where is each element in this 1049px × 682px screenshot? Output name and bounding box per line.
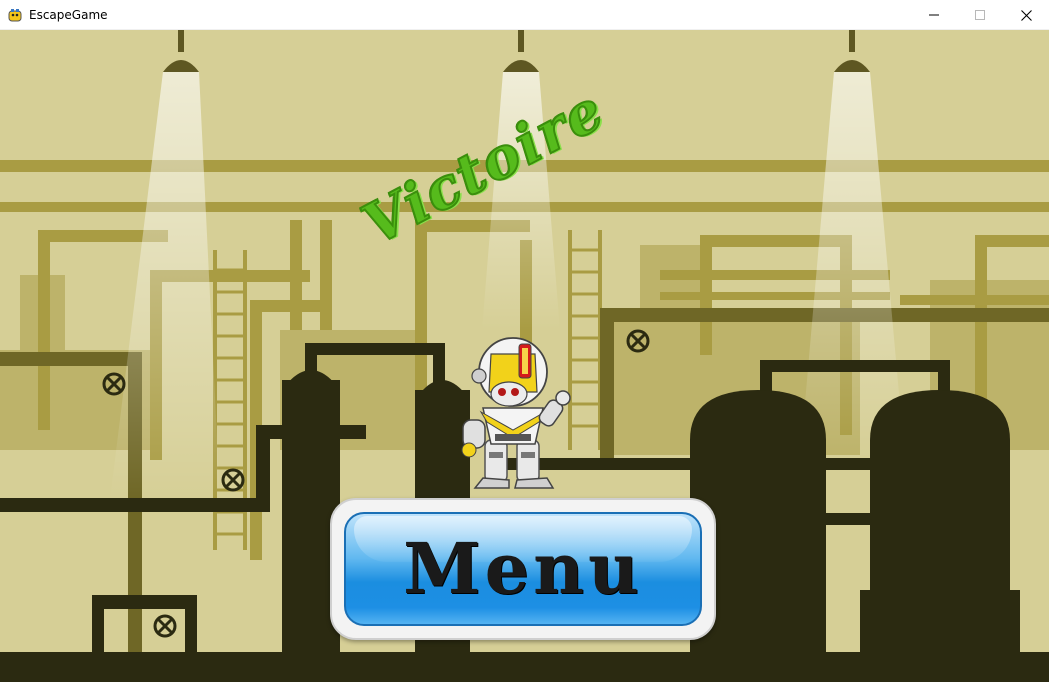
game-scene: Victoire Menu <box>0 30 1049 682</box>
close-button[interactable] <box>1003 0 1049 30</box>
window-title: EscapeGame <box>29 7 108 22</box>
window-controls <box>911 0 1049 30</box>
robot-character <box>461 337 571 489</box>
close-icon <box>1020 9 1032 21</box>
maximize-button[interactable] <box>957 0 1003 30</box>
minimize-icon <box>929 14 939 16</box>
minimize-button[interactable] <box>911 0 957 30</box>
menu-button-face: Menu <box>344 512 702 626</box>
title-bar[interactable]: EscapeGame <box>0 0 1049 30</box>
menu-button[interactable]: Menu <box>330 498 716 640</box>
maximize-icon <box>975 10 985 20</box>
menu-button-label: Menu <box>403 527 643 610</box>
game-window: EscapeGame Victoire Menu <box>0 0 1049 682</box>
pygame-snake-icon <box>8 8 22 21</box>
